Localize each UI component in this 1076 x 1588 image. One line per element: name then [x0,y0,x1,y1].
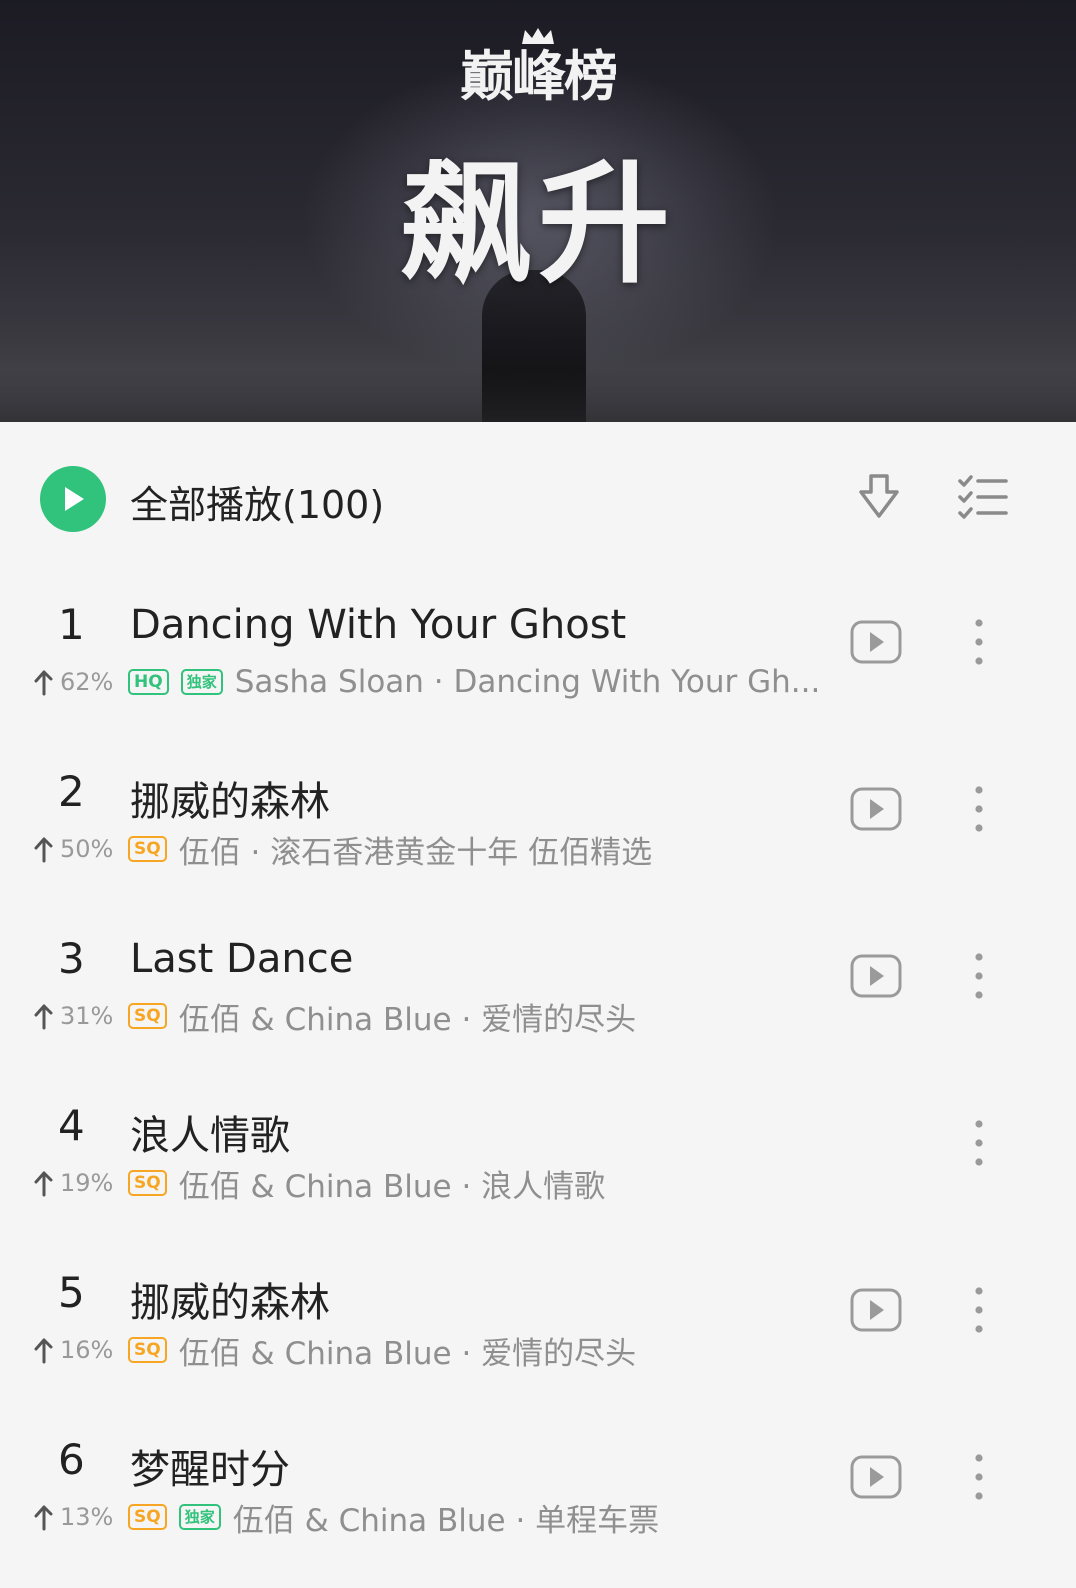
song-row[interactable]: 3 Last Dance 31% SQ 伍佰 & China Blue · 爱情… [0,910,1076,1077]
play-icon [65,487,84,511]
chart-banner: 巅峰榜 飙升 [0,0,1076,422]
trend-percent: 13% [60,1503,114,1531]
song-rank: 6 [58,1435,85,1484]
download-icon[interactable] [856,472,902,522]
trend-indicator: 19% [32,1169,128,1197]
trend-up-icon [34,1004,53,1030]
more-options-icon[interactable] [968,950,990,1002]
song-title: 挪威的森林 [130,779,330,825]
sq-badge: SQ [128,1170,167,1196]
trend-percent: 50% [60,835,114,863]
song-subtitle: 伍佰 & China Blue · 爱情的尽头 [178,1001,637,1038]
song-subtitle: 伍佰 & China Blue · 爱情的尽头 [178,1335,637,1372]
horizon-shade [0,370,1076,422]
trend-indicator: 62% [32,668,128,696]
mv-play-icon[interactable] [850,1288,902,1332]
trend-up-icon [34,670,53,696]
song-row[interactable]: 1 Dancing With Your Ghost 62% HQ 独家 Sash… [0,576,1076,743]
song-subtitle: Sasha Sloan · Dancing With Your Gh... [234,664,821,700]
song-meta: 31% SQ 伍佰 & China Blue · 爱情的尽头 [32,998,636,1038]
trend-up-icon [34,837,53,863]
song-meta: 62% HQ 独家 Sasha Sloan · Dancing With You… [32,664,820,700]
mv-play-icon[interactable] [850,1455,902,1499]
song-title: 挪威的森林 [130,1280,330,1326]
more-options-icon[interactable] [968,783,990,835]
chart-title: 飙升 [400,148,676,302]
trend-percent: 16% [60,1336,114,1364]
chart-logo: 巅峰榜 [460,45,618,108]
trend-percent: 19% [60,1169,114,1197]
song-row[interactable]: 6 梦醒时分 13% SQ 独家 伍佰 & China Blue · 单程车票 [0,1411,1076,1578]
song-meta: 19% SQ 伍佰 & China Blue · 浪人情歌 [32,1165,605,1205]
hq-badge: HQ [128,669,169,695]
song-row[interactable]: 4 浪人情歌 19% SQ 伍佰 & China Blue · 浪人情歌 [0,1077,1076,1244]
song-rank: 2 [58,767,85,816]
trend-up-icon [34,1505,53,1531]
song-rank: 1 [58,600,85,649]
trend-up-icon [34,1171,53,1197]
exclusive-badge: 独家 [178,1504,221,1530]
sq-badge: SQ [128,1003,167,1029]
trend-percent: 62% [60,668,114,696]
song-row[interactable]: 5 挪威的森林 16% SQ 伍佰 & China Blue · 爱情的尽头 [0,1244,1076,1411]
song-title: Dancing With Your Ghost [130,602,627,648]
song-subtitle: 伍佰 · 滚石香港黄金十年 伍佰精选 [178,834,653,871]
trend-indicator: 13% [32,1503,128,1531]
mv-play-icon[interactable] [850,620,902,664]
mv-play-icon[interactable] [850,787,902,831]
song-subtitle: 伍佰 & China Blue · 单程车票 [232,1502,660,1539]
more-options-icon[interactable] [968,616,990,668]
trend-indicator: 50% [32,835,128,863]
song-rank: 5 [58,1268,85,1317]
trend-up-icon [34,1338,53,1364]
song-row[interactable]: 2 挪威的森林 50% SQ 伍佰 · 滚石香港黄金十年 伍佰精选 [0,743,1076,910]
song-meta: 50% SQ 伍佰 · 滚石香港黄金十年 伍佰精选 [32,831,652,871]
sq-badge: SQ [128,836,167,862]
play-all-button[interactable] [40,466,106,532]
trend-indicator: 31% [32,1002,128,1030]
song-list: 1 Dancing With Your Ghost 62% HQ 独家 Sash… [0,576,1076,1578]
song-meta: 16% SQ 伍佰 & China Blue · 爱情的尽头 [32,1332,636,1372]
play-all-label[interactable]: 全部播放(100) [130,474,384,529]
sq-badge: SQ [128,1504,167,1530]
trend-indicator: 16% [32,1336,128,1364]
play-all-bar: 全部播放(100) [0,422,1076,582]
more-options-icon[interactable] [968,1284,990,1336]
song-title: Last Dance [130,936,354,982]
song-rank: 3 [58,934,85,983]
song-title: 梦醒时分 [130,1447,290,1493]
song-subtitle: 伍佰 & China Blue · 浪人情歌 [178,1168,606,1205]
trend-percent: 31% [60,1002,114,1030]
mv-play-icon[interactable] [850,954,902,998]
more-options-icon[interactable] [968,1117,990,1169]
song-meta: 13% SQ 独家 伍佰 & China Blue · 单程车票 [32,1499,659,1539]
more-options-icon[interactable] [968,1451,990,1503]
exclusive-badge: 独家 [180,669,223,695]
multi-select-icon[interactable] [956,472,1010,520]
song-rank: 4 [58,1101,85,1150]
song-title: 浪人情歌 [130,1113,290,1159]
sq-badge: SQ [128,1337,167,1363]
